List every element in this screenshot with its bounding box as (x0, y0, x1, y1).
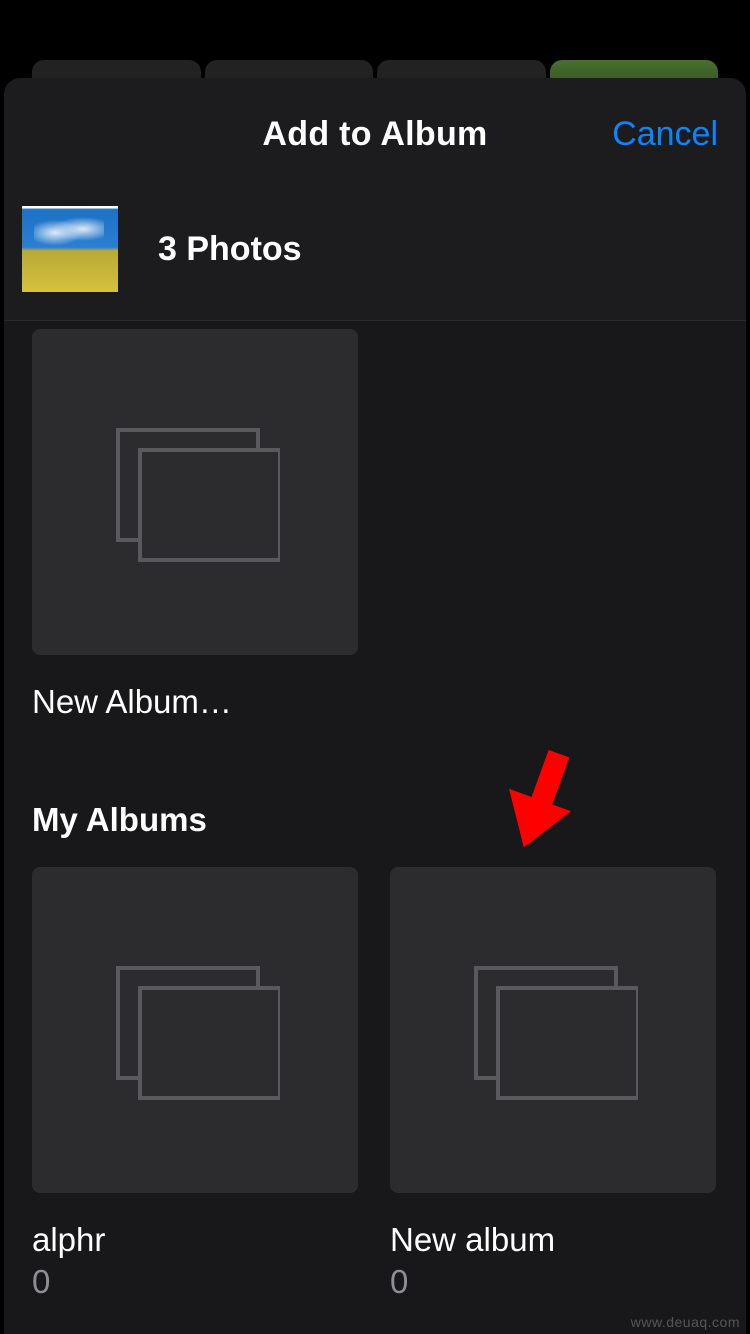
album-tile[interactable] (32, 867, 358, 1193)
album-stack-icon (110, 960, 280, 1100)
cancel-button[interactable]: Cancel (612, 115, 718, 154)
bg-thumb (377, 60, 546, 80)
new-album-label: New Album… (32, 683, 358, 721)
selection-count-label: 3 Photos (158, 230, 302, 269)
bg-thumb (205, 60, 374, 80)
album-stack-icon (110, 422, 280, 562)
album-count: 0 (390, 1263, 716, 1301)
album-item-new-album[interactable]: New album 0 (390, 867, 716, 1301)
album-item-alphr[interactable]: alphr 0 (32, 867, 358, 1301)
album-count: 0 (32, 1263, 358, 1301)
my-albums-section-title: My Albums (32, 801, 718, 839)
album-tile[interactable] (390, 867, 716, 1193)
new-album-tile[interactable] (32, 329, 358, 655)
album-name: alphr (32, 1221, 358, 1259)
sheet-header: Add to Album Cancel (4, 78, 746, 190)
background-photo-strip (32, 60, 718, 80)
bg-thumb (32, 60, 201, 80)
bg-thumb (550, 60, 719, 80)
album-name: New album (390, 1221, 716, 1259)
sheet-title: Add to Album (262, 115, 487, 154)
add-to-album-sheet: Add to Album Cancel 3 Photos New Album… … (4, 78, 746, 1334)
selection-thumbnail (22, 206, 118, 292)
album-list[interactable]: New Album… My Albums alphr 0 (4, 321, 746, 1334)
new-album-item[interactable]: New Album… (32, 329, 358, 721)
watermark: www.deuaq.com (631, 1314, 740, 1330)
selection-summary: 3 Photos (4, 190, 746, 320)
album-stack-icon (468, 960, 638, 1100)
